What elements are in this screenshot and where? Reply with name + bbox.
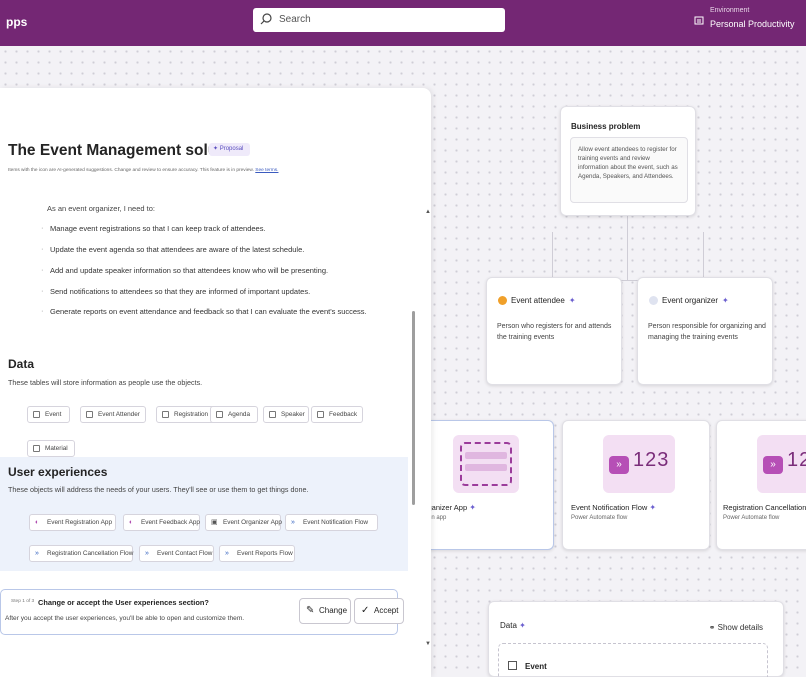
- search-icon: [260, 13, 272, 25]
- business-problem-title: Business problem: [571, 122, 641, 131]
- app-card-organizer[interactable]: t Organizer App ✦ l-driven app: [410, 420, 554, 550]
- ai-sparkle-icon: ✦: [568, 296, 576, 305]
- ux-chip[interactable]: ▣ Event Organizer App: [205, 514, 282, 531]
- step-indicator: Step 1 of 3: [11, 599, 35, 604]
- app-name: Event Notification Flow ✦: [571, 503, 657, 512]
- data-description: These tables will store information as p…: [8, 378, 203, 387]
- see-terms-link[interactable]: See terms.: [255, 168, 278, 173]
- table-chip[interactable]: Feedback: [311, 406, 363, 423]
- solution-panel: The Event Management solution ✦ Proposal…: [0, 88, 431, 677]
- ux-chip[interactable]: » Event Reports Flow: [219, 545, 295, 562]
- accept-question: Change or accept the User experiences se…: [38, 598, 209, 607]
- show-details-button[interactable]: ⚭ Show details: [709, 623, 763, 632]
- requirement-item: Generate reports on event attendance and…: [41, 306, 367, 316]
- data-table-list: Event: [498, 643, 768, 677]
- ai-sparkle-icon: ✦: [722, 296, 729, 305]
- flow-icon: » 123: [757, 435, 806, 493]
- app-type: Power Automate flow: [723, 515, 780, 521]
- change-button[interactable]: ✎ Change: [299, 598, 351, 624]
- table-chip[interactable]: Material: [27, 440, 75, 457]
- persona-name: Event attendee: [511, 296, 565, 305]
- ux-chip[interactable]: » Event Contact Flow: [139, 545, 214, 562]
- edit-icon: ✎: [306, 605, 315, 616]
- table-chip[interactable]: Speaker: [263, 406, 309, 423]
- panel-scrollbar[interactable]: [412, 108, 415, 583]
- organizer-avatar-icon: [649, 296, 658, 305]
- flow-icon: »: [35, 550, 39, 557]
- table-chip[interactable]: Event Attender: [80, 406, 146, 423]
- business-problem-body: Allow event attendees to register for tr…: [570, 137, 688, 203]
- app-name[interactable]: pps: [6, 15, 27, 29]
- data-card-title: Data ✦: [500, 621, 526, 630]
- ux-chip[interactable]: » Registration Cancellation Flow: [29, 545, 133, 562]
- app-icon: ◐: [129, 519, 134, 526]
- app-card-cancellation-flow[interactable]: » 123 Registration Cancellation Fl Power…: [716, 420, 806, 550]
- data-card[interactable]: Data ✦ ⚭ Show details Event: [488, 601, 784, 677]
- app-icon: ◐: [35, 519, 40, 526]
- scroll-down-icon[interactable]: ▼: [425, 641, 431, 647]
- flow-icon: » 123: [603, 435, 675, 493]
- scroll-up-icon[interactable]: ▲: [425, 209, 431, 215]
- persona-name: Event organizer: [662, 296, 719, 305]
- table-icon: [508, 661, 517, 670]
- data-heading: Data: [8, 357, 35, 371]
- proposal-badge: ✦ Proposal: [209, 143, 250, 156]
- app-card-notification-flow[interactable]: » 123 Event Notification Flow ✦ Power Au…: [562, 420, 710, 550]
- ux-description: These objects will address the needs of …: [8, 485, 309, 494]
- ux-chip[interactable]: ◐ Event Feedback App: [123, 514, 200, 531]
- ux-chip[interactable]: » Event Notification Flow: [285, 514, 378, 531]
- flow-icon: »: [291, 519, 295, 526]
- ai-sparkle-icon: ✦: [213, 146, 219, 152]
- data-table-name[interactable]: Event: [525, 662, 547, 671]
- check-icon: ✓: [361, 605, 370, 616]
- persona-card-attendee[interactable]: Event attendee ✦ Person who registers fo…: [486, 277, 622, 385]
- flow-icon: »: [225, 550, 229, 557]
- accept-bar: Step 1 of 3 Change or accept the User ex…: [0, 589, 404, 635]
- table-icon: [216, 411, 223, 418]
- persona-card-organizer[interactable]: Event organizer ✦ Person responsible for…: [637, 277, 773, 385]
- model-app-icon: ▣: [211, 519, 218, 526]
- accept-button[interactable]: ✓ Accept: [354, 598, 404, 624]
- share-icon: ⚭: [708, 623, 716, 632]
- table-chip[interactable]: Agenda: [210, 406, 258, 423]
- requirement-item: Send notifications to attendees so that …: [41, 286, 310, 296]
- connector: [552, 232, 553, 281]
- table-icon: [86, 411, 93, 418]
- table-icon: [317, 411, 324, 418]
- requirement-item: Update the event agenda so that attendee…: [41, 244, 304, 254]
- environment-icon: [694, 16, 704, 25]
- app-name: Registration Cancellation Fl: [723, 503, 806, 512]
- model-driven-app-icon: [453, 435, 519, 493]
- environment-name[interactable]: Personal Productivity: [710, 19, 795, 29]
- table-icon: [269, 411, 276, 418]
- environment-label: Environment: [710, 7, 750, 14]
- table-icon: [162, 411, 169, 418]
- ux-heading: User experiences: [8, 465, 108, 479]
- top-bar: pps Search Environment Personal Producti…: [0, 0, 806, 46]
- table-chip[interactable]: Event: [27, 406, 70, 423]
- ux-chip[interactable]: ◐ Event Registration App: [29, 514, 116, 531]
- app-type: Power Automate flow: [571, 515, 628, 521]
- search-input[interactable]: Search: [253, 8, 505, 32]
- intro-text: As an event organizer, I need to:: [47, 204, 155, 213]
- requirement-item: Add and update speaker information so th…: [41, 265, 328, 275]
- table-icon: [33, 411, 40, 418]
- flow-icon: »: [145, 550, 149, 557]
- persona-description: Person responsible for organizing and ma…: [648, 323, 766, 341]
- persona-description: Person who registers for and attends the…: [497, 323, 612, 341]
- ai-note: Items with the icon are AI-generated sug…: [8, 168, 279, 173]
- requirement-item: Manage event registrations so that I can…: [41, 223, 266, 233]
- table-icon: [33, 445, 40, 452]
- scrollbar-thumb[interactable]: [412, 311, 415, 505]
- attendee-avatar-icon: [498, 296, 507, 305]
- connector: [703, 232, 704, 281]
- business-problem-card[interactable]: Business problem Allow event attendees t…: [560, 106, 696, 216]
- search-placeholder: Search: [279, 14, 311, 25]
- accept-description: After you accept the user experiences, y…: [5, 615, 245, 622]
